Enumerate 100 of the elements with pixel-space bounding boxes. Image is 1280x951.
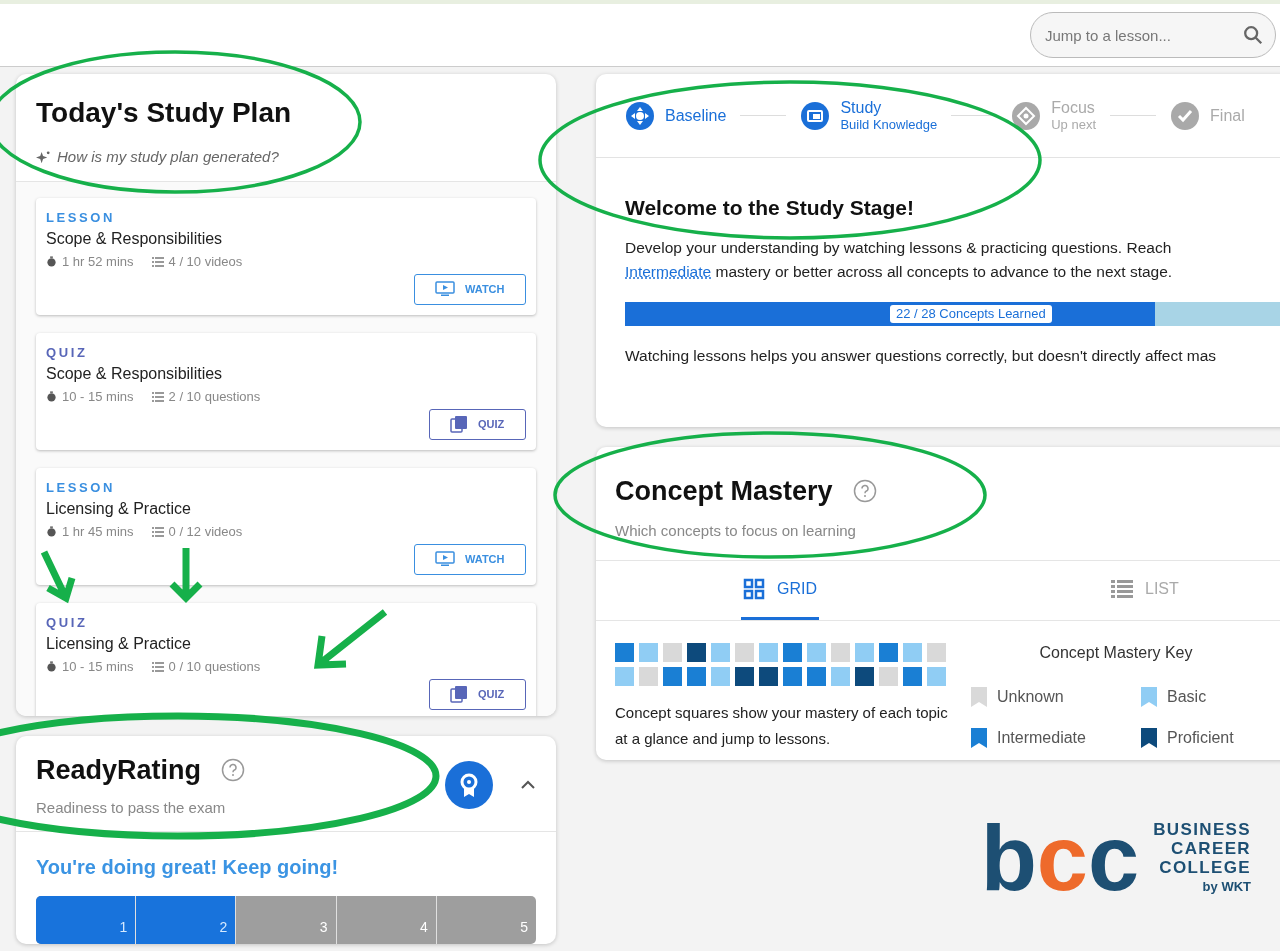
search-icon[interactable] [1242, 24, 1264, 46]
view-tab[interactable]: GRID [741, 561, 819, 620]
segment-number: 4 [420, 918, 428, 937]
concept-square[interactable] [831, 643, 850, 662]
quiz-icon [450, 685, 468, 703]
concept-square[interactable] [831, 667, 850, 686]
concept-square[interactable] [807, 643, 826, 662]
card-title: Today's Study Plan [36, 96, 293, 130]
concept-square[interactable] [615, 667, 634, 686]
list-icon [151, 391, 164, 402]
timer-icon [46, 526, 57, 538]
sparkle-icon [36, 149, 51, 165]
concept-square[interactable] [687, 667, 706, 686]
logo-letter: c [1088, 823, 1140, 893]
concept-square[interactable] [615, 643, 634, 662]
item-type: QUIZ [46, 613, 89, 632]
item-title: Licensing & Practice [46, 499, 192, 519]
concept-square[interactable] [711, 667, 730, 686]
list-icon [151, 256, 164, 267]
concept-square[interactable] [639, 643, 658, 662]
check-icon [1170, 100, 1201, 131]
stage-caption: Build Knowledge [840, 116, 938, 133]
card-title: ReadyRating [36, 754, 202, 787]
concept-square[interactable] [855, 643, 874, 662]
logo-letter: c [1036, 823, 1089, 893]
stage-name: Final [1210, 107, 1245, 124]
concept-square[interactable] [807, 667, 826, 686]
stage-icon [625, 100, 655, 131]
watch-button[interactable]: WATCH [414, 273, 526, 305]
concept-square[interactable] [711, 643, 730, 662]
stage-name: Focus [1051, 98, 1096, 116]
logo-letter: b [980, 823, 1037, 893]
concept-square[interactable] [927, 643, 946, 662]
quiz-button[interactable]: QUIZ [429, 408, 526, 440]
quiz-icon [450, 415, 468, 433]
concept-square[interactable] [855, 667, 874, 686]
stage-icon [1011, 100, 1042, 131]
video-icon [435, 551, 455, 567]
collapse-icon[interactable] [520, 779, 536, 790]
segment-number: 5 [520, 918, 528, 937]
concept-square[interactable] [879, 643, 898, 662]
item-duration: 10 - 15 mins [62, 658, 134, 676]
stage-name: Study [840, 98, 883, 116]
help-link[interactable]: How is my study plan generated? [57, 146, 279, 169]
concept-square[interactable] [663, 667, 682, 686]
concept-square[interactable] [879, 667, 898, 686]
stage-caption: Up next [1051, 115, 1097, 133]
search-field[interactable]: Jump to a lesson... [1030, 12, 1276, 58]
item-type: LESSON [46, 208, 117, 227]
annotation-arrow [40, 548, 76, 604]
concept-square[interactable] [783, 667, 802, 686]
help-icon[interactable] [852, 479, 877, 504]
card-subtitle: Which concepts to focus on learning [615, 520, 857, 541]
concept-square[interactable] [735, 643, 754, 662]
item-duration: 1 hr 45 mins [62, 523, 134, 541]
stage-icon [800, 100, 831, 131]
timer-icon [46, 661, 57, 673]
timer-icon [46, 256, 57, 268]
grid-description: Concept squares show your mastery of each topic at a glance and jump to lessons. [615, 703, 949, 749]
timer-icon [46, 391, 57, 403]
list-icon [151, 661, 164, 672]
key-title: Concept Mastery Key [1038, 643, 1194, 663]
item-type: LESSON [46, 478, 117, 497]
stage-note: Watching lessons helps you answer questions correctly, but doesn't directly affect mas [625, 345, 1218, 366]
segment-number: 3 [319, 918, 328, 937]
video-icon [435, 281, 455, 297]
stage-description: Develop your understanding by watching lessons & practicing questions. Reach Intermediate mastery or better across all concepts to advance to the next stage. [625, 237, 1174, 282]
concept-square[interactable] [759, 667, 778, 686]
concept-square[interactable] [903, 667, 922, 686]
key-label: Basic [1167, 687, 1207, 707]
card-title: Concept Mastery [615, 475, 833, 508]
intermediate-link[interactable]: Intermediate [625, 262, 712, 280]
logo-byline: by WKT [1202, 878, 1251, 896]
stage-name: Baseline [665, 107, 727, 124]
concept-square[interactable] [783, 643, 802, 662]
key-label: Unknown [997, 687, 1064, 707]
logo-text: COLLEGE [1159, 858, 1251, 877]
list-icon [151, 526, 164, 537]
item-duration: 10 - 15 mins [62, 388, 134, 406]
help-icon[interactable] [221, 758, 246, 783]
concept-square[interactable] [927, 667, 946, 686]
encouragement-text: You're doing great! Keep going! [36, 855, 340, 880]
segment-number: 1 [119, 918, 128, 937]
award-icon [444, 759, 494, 810]
concept-square[interactable] [663, 643, 682, 662]
item-title: Scope & Responsibilities [46, 229, 224, 249]
grid-icon [743, 578, 765, 600]
concept-square[interactable] [903, 643, 922, 662]
key-label: Intermediate [997, 728, 1086, 748]
item-title: Licensing & Practice [46, 634, 192, 654]
concept-square[interactable] [639, 667, 658, 686]
card-subtitle: Readiness to pass the exam [36, 797, 227, 818]
concept-square[interactable] [735, 667, 754, 686]
key-label: Proficient [1167, 728, 1234, 748]
concept-square[interactable] [759, 643, 778, 662]
logo-text: CAREER [1171, 839, 1251, 858]
list-icon [1111, 580, 1133, 598]
concept-square[interactable] [687, 643, 706, 662]
quiz-button[interactable]: QUIZ [429, 678, 526, 710]
watch-button[interactable]: WATCH [414, 543, 526, 575]
